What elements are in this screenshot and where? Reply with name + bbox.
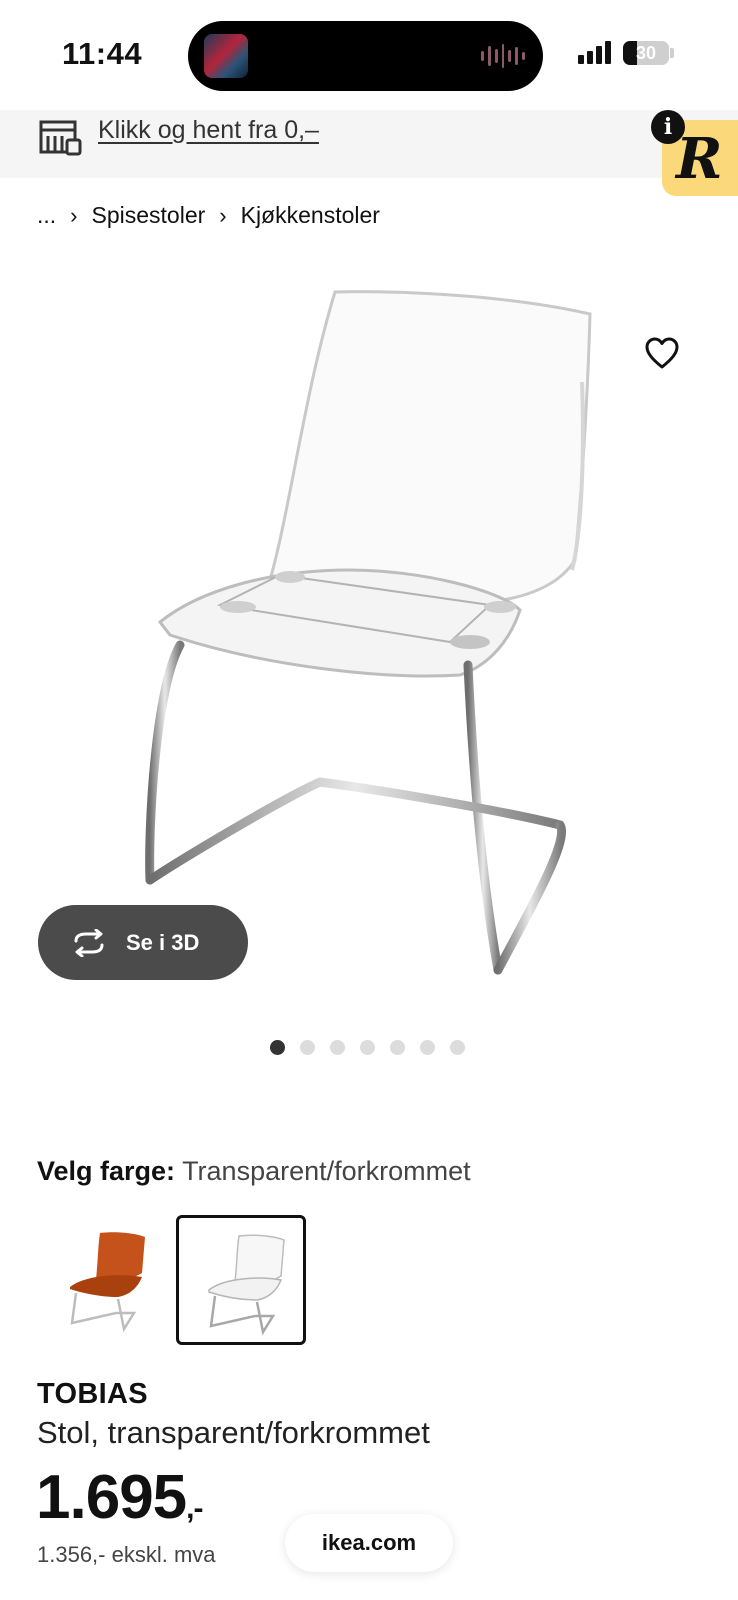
battery-icon: 30 [623,41,669,65]
breadcrumb: ... › Spisestoler › Kjøkkenstoler [37,202,380,229]
dynamic-island[interactable] [188,21,543,91]
battery-tip [670,48,674,58]
price-suffix: ,- [186,1492,203,1525]
browser-url-bar[interactable]: ikea.com [285,1514,453,1572]
gallery-dot[interactable] [360,1040,375,1055]
click-collect-banner[interactable]: Klikk og hent fra 0,– [0,110,738,178]
audio-wave-icon [481,43,526,69]
rotate-3d-icon [74,928,104,957]
view-3d-label: Se i 3D [126,929,200,955]
breadcrumb-ellipsis[interactable]: ... [37,202,56,229]
chevron-right-icon: › [70,202,78,228]
gallery-dot[interactable] [330,1040,345,1055]
extension-logo: R [676,126,723,192]
breadcrumb-spisestoler[interactable]: Spisestoler [92,202,206,229]
gallery-dot[interactable] [450,1040,465,1055]
store-icon [39,120,82,156]
color-selection-label: Velg farge: Transparent/forkrommet [37,1156,471,1187]
color-option-transparent[interactable] [176,1215,306,1345]
breadcrumb-kjokkenstoler[interactable]: Kjøkkenstoler [241,202,380,229]
gallery-dot[interactable] [270,1040,285,1055]
click-collect-link[interactable]: Klikk og hent fra 0,– [98,116,319,145]
gallery-pagination [270,1040,465,1055]
color-label-title: Velg farge: [37,1156,176,1186]
view-3d-button[interactable]: Se i 3D [38,905,248,980]
now-playing-artwork [204,34,248,78]
gallery-dot[interactable] [390,1040,405,1055]
product-description: Stol, transparent/forkrommet [37,1415,430,1450]
price-excl-vat: 1.356,- ekskl. mva [37,1542,216,1567]
battery-level: 30 [635,43,657,63]
status-time: 11:44 [62,36,143,71]
status-bar: 11:44 30 [0,0,738,110]
gallery-dot[interactable] [300,1040,315,1055]
product-price: 1.695,- [36,1462,204,1533]
gallery-dot[interactable] [420,1040,435,1055]
color-selected-value: Transparent/forkrommet [182,1156,471,1186]
color-option-orange[interactable] [40,1215,170,1345]
chevron-right-icon: › [219,202,227,228]
chair-transparent-thumbnail [208,1234,285,1336]
chair-orange-thumbnail [70,1232,145,1333]
price-value: 1.695 [36,1463,187,1532]
info-icon[interactable]: i [651,110,685,144]
cellular-signal-icon [578,40,611,64]
heart-icon[interactable] [644,336,680,370]
product-name: TOBIAS [37,1378,148,1410]
